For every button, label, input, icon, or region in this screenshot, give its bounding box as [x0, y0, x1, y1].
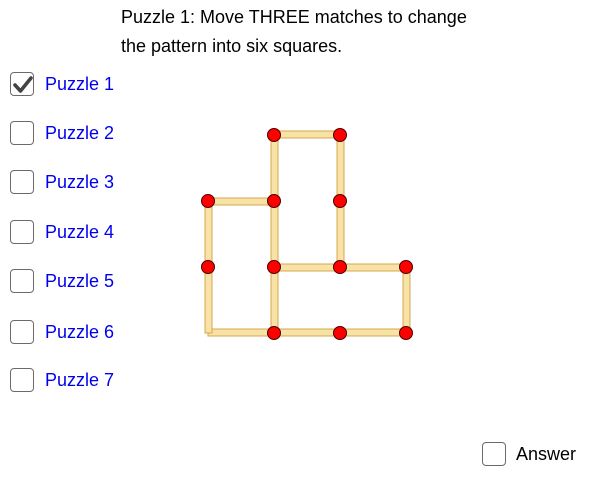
- match-left-lower[interactable]: [204, 266, 213, 334]
- answer-option[interactable]: Answer: [482, 440, 576, 468]
- match-head[interactable]: [201, 194, 215, 208]
- match-middle-center[interactable]: [273, 263, 341, 272]
- matches: [204, 130, 411, 337]
- match-center-lower[interactable]: [270, 266, 279, 334]
- match-head[interactable]: [267, 326, 281, 340]
- match-center-middle[interactable]: [270, 200, 279, 268]
- match-head[interactable]: [333, 128, 347, 142]
- match-bottom-center[interactable]: [273, 328, 341, 337]
- match-head[interactable]: [267, 260, 281, 274]
- match-head[interactable]: [333, 326, 347, 340]
- match-bottom-right[interactable]: [339, 328, 407, 337]
- match-head[interactable]: [333, 260, 347, 274]
- match-middle-right[interactable]: [339, 263, 407, 272]
- match-head[interactable]: [399, 326, 413, 340]
- match-left-top[interactable]: [207, 197, 275, 206]
- match-head[interactable]: [201, 260, 215, 274]
- match-head[interactable]: [399, 260, 413, 274]
- match-far-right-lower[interactable]: [402, 266, 411, 334]
- match-head[interactable]: [267, 194, 281, 208]
- match-top[interactable]: [273, 130, 341, 139]
- match-head[interactable]: [333, 194, 347, 208]
- match-bottom-left[interactable]: [207, 328, 275, 337]
- answer-label[interactable]: Answer: [516, 444, 576, 465]
- match-head[interactable]: [267, 128, 281, 142]
- match-right-upper[interactable]: [336, 134, 345, 202]
- answer-checkbox[interactable]: [482, 442, 506, 466]
- match-center-upper[interactable]: [270, 134, 279, 202]
- match-heads: [201, 128, 413, 340]
- match-left-upper[interactable]: [204, 200, 213, 268]
- match-right-middle[interactable]: [336, 200, 345, 268]
- matchstick-board: [201, 128, 413, 340]
